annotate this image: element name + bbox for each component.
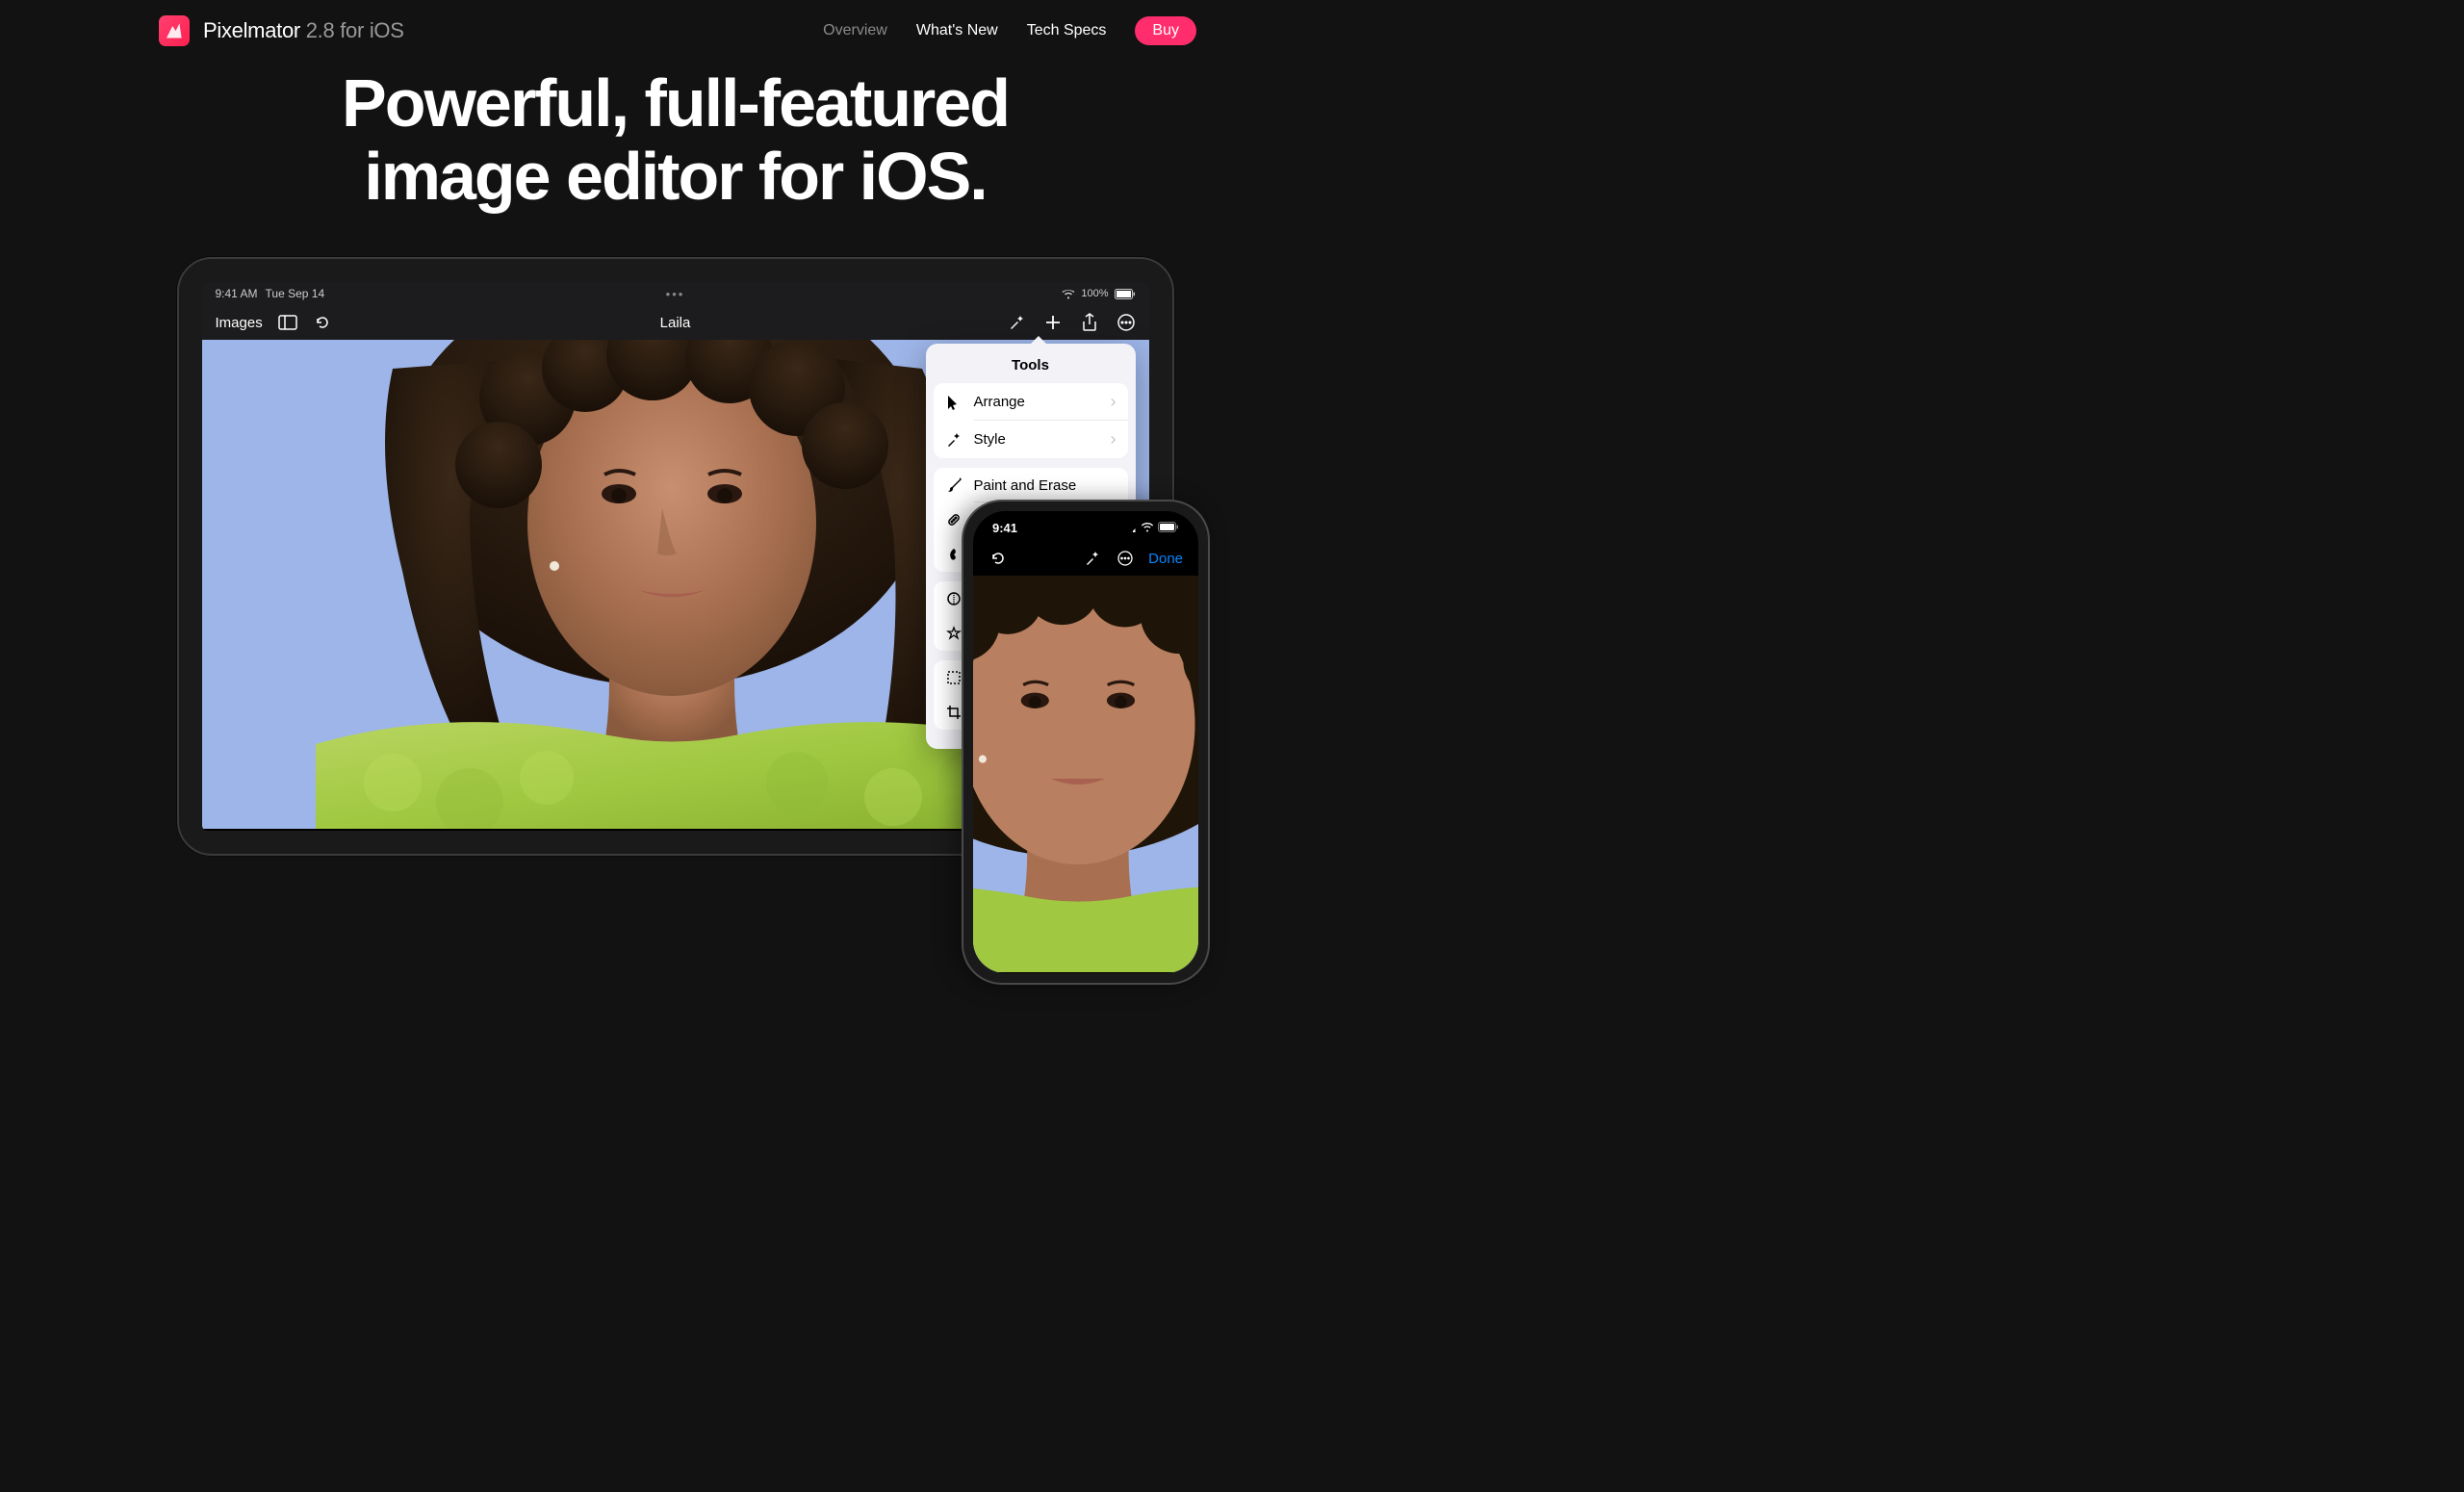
iphone-toolbar-right: Done bbox=[1083, 549, 1183, 568]
tool-arrange-label: Arrange bbox=[974, 394, 1099, 410]
ipad-toolbar-left: Images bbox=[216, 313, 332, 332]
chevron-right-icon: › bbox=[1111, 429, 1116, 450]
product-name: Pixelmator 2.8 for iOS bbox=[203, 18, 404, 43]
sidebar-icon[interactable] bbox=[278, 313, 297, 332]
bandage-icon bbox=[945, 511, 962, 528]
hero-headline: Powerful, full-featured image editor for… bbox=[0, 67, 1350, 213]
tool-paint-label: Paint and Erase bbox=[974, 477, 1116, 494]
tool-paint-erase[interactable]: Paint and Erase bbox=[934, 468, 1128, 502]
ipad-status-right: 100% bbox=[1062, 288, 1135, 299]
more-icon[interactable] bbox=[1116, 549, 1135, 568]
wand-icon[interactable] bbox=[1007, 313, 1026, 332]
nav-left: Pixelmator 2.8 for iOS bbox=[159, 15, 404, 46]
wand-icon[interactable] bbox=[1083, 549, 1102, 568]
nav-overview[interactable]: Overview bbox=[823, 22, 887, 39]
ipad-battery-pct: 100% bbox=[1081, 288, 1108, 299]
ipad-toolbar-right bbox=[1007, 313, 1136, 332]
wand-tool-icon bbox=[945, 431, 962, 449]
star-icon bbox=[945, 625, 962, 642]
ipad-date: Tue Sep 14 bbox=[266, 287, 325, 300]
top-nav: Pixelmator 2.8 for iOS Overview What's N… bbox=[0, 0, 1350, 62]
product-name-suffix: 2.8 for iOS bbox=[300, 18, 404, 42]
chevron-right-icon: › bbox=[1111, 392, 1116, 412]
cursor-icon bbox=[945, 394, 962, 411]
images-button[interactable]: Images bbox=[216, 315, 263, 331]
more-icon[interactable] bbox=[1116, 313, 1136, 332]
undo-icon[interactable] bbox=[313, 313, 332, 332]
nav-techspecs[interactable]: Tech Specs bbox=[1027, 22, 1107, 39]
ipad-status-left: 9:41 AM Tue Sep 14 bbox=[216, 287, 325, 300]
done-button[interactable]: Done bbox=[1148, 551, 1183, 567]
iphone-screen: 9:41 bbox=[973, 511, 1198, 973]
ipad-status-dots: ••• bbox=[666, 287, 685, 301]
iphone-canvas[interactable] bbox=[973, 576, 1198, 972]
portrait-image-phone bbox=[973, 576, 1198, 972]
nav-right: Overview What's New Tech Specs Buy bbox=[823, 16, 1196, 45]
share-icon[interactable] bbox=[1080, 313, 1099, 332]
buy-button[interactable]: Buy bbox=[1135, 16, 1196, 45]
headline-line2: image editor for iOS. bbox=[364, 139, 986, 214]
ipad-status-bar: 9:41 AM Tue Sep 14 ••• 100% bbox=[202, 282, 1149, 305]
nav-whatsnew[interactable]: What's New bbox=[916, 22, 998, 39]
iphone-notch bbox=[1033, 511, 1139, 534]
iphone-toolbar: Done bbox=[973, 541, 1198, 576]
product-name-bold: Pixelmator bbox=[203, 18, 300, 42]
headline-line1: Powerful, full-featured bbox=[342, 65, 1009, 141]
plus-icon[interactable] bbox=[1043, 313, 1063, 332]
tool-group-1: Arrange › Style › bbox=[934, 383, 1128, 458]
battery-icon bbox=[1158, 521, 1179, 535]
tools-panel-title: Tools bbox=[926, 353, 1136, 383]
tool-arrange[interactable]: Arrange › bbox=[934, 383, 1128, 421]
iphone-time: 9:41 bbox=[992, 521, 1017, 535]
ipad-time: 9:41 AM bbox=[216, 287, 258, 300]
battery-icon bbox=[1115, 289, 1136, 299]
tool-style[interactable]: Style › bbox=[934, 421, 1128, 458]
wifi-icon bbox=[1141, 521, 1154, 535]
tool-style-label: Style bbox=[974, 431, 1099, 448]
selection-icon bbox=[945, 669, 962, 686]
device-container: 9:41 AM Tue Sep 14 ••• 100% Images bbox=[0, 257, 1350, 856]
iphone-frame: 9:41 bbox=[962, 500, 1210, 985]
wifi-icon bbox=[1062, 289, 1075, 299]
undo-icon[interactable] bbox=[988, 549, 1008, 568]
brush-icon bbox=[945, 476, 962, 494]
app-icon[interactable] bbox=[159, 15, 190, 46]
adjust-icon bbox=[945, 590, 962, 607]
ipad-doc-title: Laila bbox=[660, 315, 691, 331]
crop-icon bbox=[945, 704, 962, 721]
smudge-icon bbox=[945, 546, 962, 563]
ipad-toolbar: Images Laila bbox=[202, 305, 1149, 340]
